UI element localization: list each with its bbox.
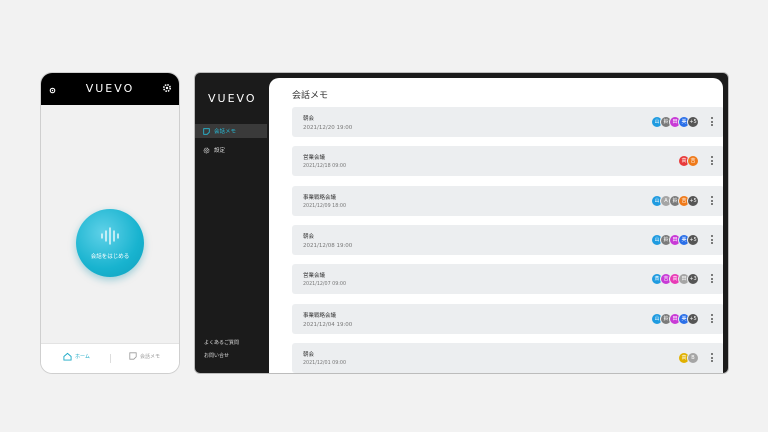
conversation-card[interactable]: 朝会 2021/12/20 19:00 山鈴田美 +5 [292, 107, 723, 137]
waveform-icon [101, 227, 119, 245]
conversation-title: 朝会 [303, 234, 315, 240]
sidebar-item-settings[interactable]: 設定 [195, 143, 267, 157]
conversation-date: 2021/12/07 09:00 [303, 282, 346, 287]
conversation-title: 営業会議 [303, 155, 326, 161]
conversation-card[interactable]: 事業戦略会議 2021/12/09 18:00 山 A 鈴吉 +5 [292, 186, 723, 216]
nav-home[interactable]: ホーム [63, 352, 90, 361]
conversation-card[interactable]: 朝会 2021/12/08 19:00 山鈴田美 +5 [292, 225, 723, 255]
conversation-card[interactable]: 営業会議 2021/12/18 09:00 高吉 [292, 146, 723, 176]
conversation-card[interactable]: 営業会議 2021/12/07 09:00 斎吉高田 +3 [292, 264, 723, 294]
conversation-title: 事業戦略会議 [303, 195, 337, 201]
page-title: 会話メモ [292, 91, 329, 101]
conversation-title: 朝会 [303, 116, 315, 122]
sidebar-item-memo[interactable]: 会話メモ [195, 124, 267, 138]
more-options-icon[interactable] [710, 313, 714, 325]
phone-mockup: VUEVO 会話をはじめる ホーム 会話メモ [40, 72, 180, 374]
participant-avatars: 斎吉高田 +3 [651, 273, 699, 285]
desktop-mockup: VUEVO 会話メモ 設定 よくあるご質問 お問い合せ 会話メモ 朝会 2021/… [194, 72, 729, 374]
conversation-date: 2021/12/09 18:00 [303, 204, 346, 209]
phone-home-screen: 会話をはじめる [41, 105, 179, 343]
nav-divider [110, 354, 111, 363]
participant-avatars: 高吉 [678, 155, 699, 167]
main-content: 会話メモ 朝会 2021/12/20 19:00 山鈴田美 +5 営業会議 2021/12… [269, 78, 723, 373]
memo-icon [203, 127, 210, 135]
participant-avatars: 山 A 鈴吉 +5 [651, 195, 699, 207]
nav-home-label: ホーム [75, 354, 90, 360]
more-options-icon[interactable] [710, 155, 714, 167]
avatar: 吉 [687, 155, 699, 167]
app-logo: VUEVO [208, 92, 257, 105]
avatar: +3 [687, 273, 699, 285]
start-conversation-button[interactable]: 会話をはじめる [76, 209, 144, 277]
more-options-icon[interactable] [710, 116, 714, 128]
conversation-date: 2021/12/20 19:00 [303, 125, 353, 131]
avatar: B [687, 352, 699, 364]
participant-avatars: 山鈴田美 +5 [651, 313, 699, 325]
bottom-nav: ホーム 会話メモ [41, 343, 179, 373]
more-options-icon[interactable] [710, 273, 714, 285]
nav-memo[interactable]: 会話メモ [129, 352, 160, 360]
avatar: +5 [687, 234, 699, 246]
memo-icon [129, 352, 137, 360]
avatar: +5 [687, 116, 699, 128]
conversation-card[interactable]: 朝会 2021/12/01 09:00 高 B [292, 343, 723, 373]
more-options-icon[interactable] [710, 352, 714, 364]
conversation-date: 2021/12/08 19:00 [303, 243, 353, 249]
participant-avatars: 山鈴田美 +5 [651, 116, 699, 128]
nav-memo-label: 会話メモ [140, 353, 161, 360]
avatar: +5 [687, 195, 699, 207]
settings-icon[interactable] [162, 83, 172, 93]
avatar: +5 [687, 313, 699, 325]
conversation-card[interactable]: 事業戦略会議 2021/12/04 19:00 山鈴田美 +5 [292, 304, 723, 334]
contact-link[interactable]: お問い合せ [204, 352, 229, 359]
conversation-title: 事業戦略会議 [303, 313, 337, 319]
conversation-date: 2021/12/04 19:00 [303, 322, 353, 328]
app-logo: VUEVO [85, 82, 135, 95]
more-options-icon[interactable] [710, 234, 714, 246]
conversation-title: 営業会議 [303, 273, 326, 279]
home-icon [63, 352, 72, 361]
sidebar-item-label: 設定 [214, 148, 226, 154]
conversation-title: 朝会 [303, 352, 315, 358]
participant-avatars: 山鈴田美 +5 [651, 234, 699, 246]
more-options-icon[interactable] [710, 195, 714, 207]
faq-link[interactable]: よくあるご質問 [204, 339, 239, 346]
gear-icon [203, 147, 210, 153]
start-conversation-label: 会話をはじめる [90, 254, 130, 260]
conversation-date: 2021/12/01 09:00 [303, 361, 346, 366]
conversation-date: 2021/12/18 09:00 [303, 164, 346, 169]
sidebar-item-label: 会話メモ [214, 129, 237, 135]
participant-avatars: 高B [678, 352, 699, 364]
phone-header: VUEVO [41, 73, 179, 105]
